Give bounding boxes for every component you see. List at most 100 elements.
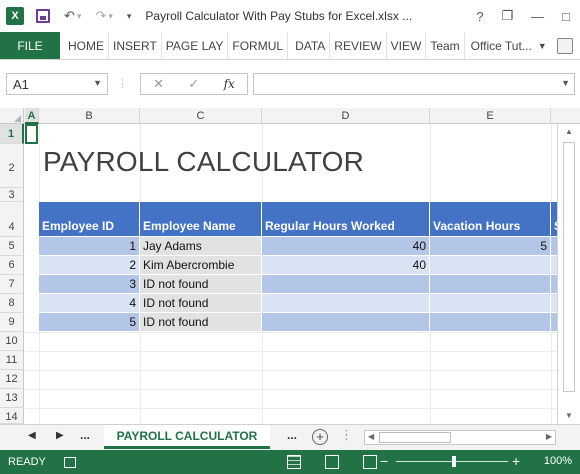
worksheet-grid[interactable]: PAYROLL CALCULATOR Employee ID Employee … (25, 124, 557, 424)
header-employee-name[interactable]: Employee Name (140, 202, 262, 236)
more-sheets-left-button[interactable]: ... (80, 428, 90, 442)
undo-dropdown-icon[interactable]: ▾ (77, 11, 82, 22)
horizontal-scroll-thumb[interactable] (379, 432, 451, 443)
customize-qat-icon[interactable]: ▾ (127, 11, 132, 22)
page-break-preview-icon[interactable] (363, 455, 377, 469)
row-header-2[interactable]: 2 (0, 144, 24, 188)
user-avatar-icon[interactable] (556, 37, 573, 54)
row-header-14[interactable]: 14 (0, 408, 24, 424)
formula-input[interactable]: ▼ (253, 73, 575, 95)
header-regular-hours[interactable]: Regular Hours Worked (262, 202, 430, 236)
row-header-3[interactable]: 3 (0, 188, 24, 202)
previous-sheet-icon[interactable]: ◀ (28, 430, 36, 441)
row-header-7[interactable]: 7 (0, 275, 24, 294)
account-menu[interactable]: Office Tut... ▼ (471, 32, 573, 59)
tab-home[interactable]: HOME (60, 32, 109, 59)
row-header-5[interactable]: 5 (0, 237, 24, 256)
cell-regular-hours[interactable]: 40 (262, 237, 430, 256)
cancel-icon[interactable]: ✕ (153, 76, 164, 92)
name-box[interactable]: A1 ▼ (6, 73, 108, 95)
enter-icon[interactable]: ✓ (188, 76, 199, 92)
tab-page-layout[interactable]: PAGE LAY (162, 32, 229, 59)
row-header-1[interactable]: 1 (0, 124, 24, 144)
zoom-slider-thumb[interactable] (452, 456, 456, 467)
column-header-a[interactable]: A (25, 108, 39, 124)
tab-view[interactable]: VIEW (387, 32, 427, 59)
cell-employee-name[interactable]: ID not found (140, 294, 262, 313)
ribbon-display-icon[interactable]: ❐ (501, 8, 513, 24)
tab-review[interactable]: REVIEW (330, 32, 387, 59)
cell-vacation-hours[interactable] (430, 294, 551, 313)
tab-file[interactable]: FILE (0, 32, 60, 59)
cell-regular-hours[interactable] (262, 275, 430, 294)
cell-employee-id[interactable]: 2 (39, 256, 140, 275)
column-header-e[interactable]: E (430, 108, 551, 124)
vertical-scroll-thumb[interactable] (563, 142, 575, 392)
row-header-8[interactable]: 8 (0, 294, 24, 313)
sheet-tab-payroll-calculator[interactable]: PAYROLL CALCULATOR (104, 425, 270, 449)
header-vacation-hours[interactable]: Vacation Hours (430, 202, 551, 236)
cell-employee-name[interactable]: ID not found (140, 313, 262, 332)
cell-employee-id[interactable]: 3 (39, 275, 140, 294)
row-header-4[interactable]: 4 (0, 202, 24, 237)
help-icon[interactable]: ? (476, 9, 483, 24)
name-box-dropdown-icon[interactable]: ▼ (93, 78, 102, 88)
tab-data[interactable]: DATA (291, 32, 331, 59)
header-employee-id[interactable]: Employee ID (39, 202, 140, 236)
zoom-out-icon[interactable]: − (380, 453, 388, 469)
tab-split-grip-icon[interactable]: ⋮ (340, 427, 353, 443)
macro-recording-icon[interactable] (63, 456, 76, 468)
scroll-down-icon[interactable]: ▼ (558, 408, 580, 424)
vertical-scrollbar[interactable]: ▲ ▼ (557, 124, 580, 424)
cell-regular-hours[interactable]: 40 (262, 256, 430, 275)
horizontal-scrollbar[interactable]: ◀ ▶ (364, 430, 556, 445)
page-layout-view-icon[interactable] (325, 455, 339, 469)
cell-regular-hours[interactable] (262, 313, 430, 332)
cell-employee-name[interactable]: Jay Adams (140, 237, 262, 256)
row-header-13[interactable]: 13 (0, 389, 24, 408)
cell-employee-name[interactable]: Kim Abercrombie (140, 256, 262, 275)
tab-formulas[interactable]: FORMUL (228, 32, 289, 59)
cell-vacation-hours[interactable]: 5 (430, 237, 551, 256)
cell-employee-name[interactable]: ID not found (140, 275, 262, 294)
redo-dropdown-icon[interactable]: ▾ (108, 11, 113, 22)
next-sheet-icon[interactable]: ▶ (56, 430, 64, 441)
more-sheets-right-button[interactable]: ... (287, 428, 297, 442)
undo-icon[interactable]: ↶ (64, 8, 75, 24)
scroll-up-icon[interactable]: ▲ (558, 124, 580, 140)
cell-regular-hours[interactable] (262, 294, 430, 313)
row-header-11[interactable]: 11 (0, 351, 24, 370)
scroll-right-icon[interactable]: ▶ (546, 432, 552, 441)
sheet-title[interactable]: PAYROLL CALCULATOR (43, 146, 364, 178)
maximize-icon[interactable]: □ (562, 9, 570, 24)
row-header-9[interactable]: 9 (0, 313, 24, 332)
cell-vacation-hours[interactable] (430, 275, 551, 294)
cell-employee-id[interactable]: 4 (39, 294, 140, 313)
normal-view-icon[interactable] (287, 455, 301, 469)
select-all-button[interactable] (0, 108, 24, 124)
column-header-f[interactable] (551, 108, 557, 124)
cell-employee-id[interactable]: 1 (39, 237, 140, 256)
zoom-level[interactable]: 100% (544, 455, 572, 467)
column-header-b[interactable]: B (39, 108, 140, 124)
tab-insert[interactable]: INSERT (109, 32, 162, 59)
expand-formula-bar-icon[interactable]: ▼ (561, 78, 570, 88)
tab-team[interactable]: Team (426, 32, 465, 59)
insert-function-icon[interactable]: fx (224, 77, 235, 91)
cell-employee-id[interactable]: 5 (39, 313, 140, 332)
cell-vacation-hours[interactable] (430, 313, 551, 332)
cell-vacation-hours[interactable] (430, 256, 551, 275)
column-header-c[interactable]: C (140, 108, 262, 124)
row-header-12[interactable]: 12 (0, 370, 24, 389)
excel-logo-icon[interactable]: X (6, 7, 24, 25)
redo-icon[interactable]: ↷ (95, 8, 106, 24)
active-cell-a1[interactable] (25, 124, 38, 144)
row-header-10[interactable]: 10 (0, 332, 24, 351)
column-header-d[interactable]: D (262, 108, 430, 124)
row-header-6[interactable]: 6 (0, 256, 24, 275)
formula-bar-grip-icon[interactable]: ⋮ (117, 77, 128, 90)
scroll-left-icon[interactable]: ◀ (368, 432, 374, 441)
save-icon[interactable] (36, 9, 50, 23)
minimize-icon[interactable]: — (531, 9, 544, 24)
new-sheet-icon[interactable]: + (312, 429, 328, 445)
